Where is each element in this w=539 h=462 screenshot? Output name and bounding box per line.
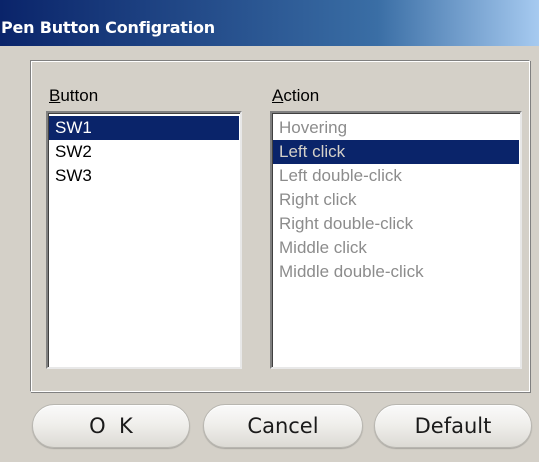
button-list-item-sw2[interactable]: SW2 (49, 140, 239, 164)
ok-button[interactable]: O K (32, 404, 190, 448)
action-list-item-middle-click[interactable]: Middle click (273, 236, 519, 260)
action-label-rest: ction (283, 86, 320, 105)
button-label-rest: utton (60, 86, 99, 105)
action-list-item-right-double-click[interactable]: Right double-click (273, 212, 519, 236)
action-list-item-left-double-click[interactable]: Left double-click (273, 164, 519, 188)
action-list-item-hovering[interactable]: Hovering (273, 116, 519, 140)
title-bar[interactable]: Pen Button Configration (0, 0, 539, 46)
action-listbox[interactable]: Hovering Left click Left double-click Ri… (270, 111, 522, 369)
action-list-item-middle-double-click[interactable]: Middle double-click (273, 260, 519, 284)
action-list-item-left-click[interactable]: Left click (273, 140, 519, 164)
button-listbox[interactable]: SW1 SW2 SW3 (46, 111, 242, 369)
default-button[interactable]: Default (374, 404, 532, 448)
action-list-item-right-click[interactable]: Right click (273, 188, 519, 212)
cancel-button[interactable]: Cancel (203, 404, 363, 448)
button-list-item-sw3[interactable]: SW3 (49, 164, 239, 188)
action-list-label: Action (272, 86, 319, 106)
button-list-item-sw1[interactable]: SW1 (49, 116, 239, 140)
action-label-mnemonic: A (272, 86, 284, 105)
button-label-mnemonic: B (49, 86, 61, 105)
button-list-label: Button (49, 86, 98, 106)
window-title: Pen Button Configration (1, 18, 216, 37)
pen-button-config-dialog: Pen Button Configration Button Action SW… (0, 0, 539, 462)
